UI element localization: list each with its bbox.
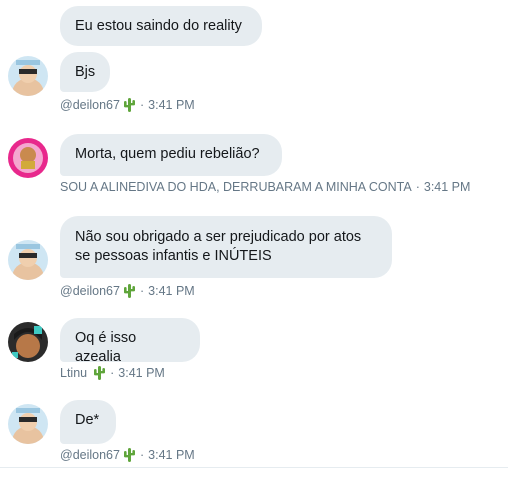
message-text: Eu estou saindo do reality (75, 18, 242, 34)
separator: · (139, 283, 145, 298)
avatar-alinediva[interactable] (8, 138, 48, 178)
cactus-icon (123, 98, 135, 112)
message-meta: Ltinu · 3:41 PM (60, 365, 165, 380)
separator: · (139, 447, 145, 462)
message-bubble[interactable]: De* (60, 400, 116, 444)
message-bubble[interactable]: Bjs (60, 52, 110, 92)
avatar-image (8, 56, 48, 96)
message-text: De* (75, 412, 100, 428)
username-link[interactable]: @deilon67 (60, 284, 120, 298)
timestamp[interactable]: 3:41 PM (148, 448, 195, 462)
message-meta: @deilon67 · 3:41 PM (60, 283, 195, 298)
message-meta: @deilon67 · 3:41 PM (60, 447, 195, 462)
avatar-deilon67[interactable] (8, 56, 48, 96)
separator: · (139, 97, 145, 112)
avatar-ltinu[interactable] (8, 322, 48, 362)
cactus-icon (123, 284, 135, 298)
avatar-deilon67[interactable] (8, 404, 48, 444)
message-bubble[interactable]: Morta, quem pediu rebelião? (60, 134, 282, 176)
username-link[interactable]: @deilon67 (60, 448, 120, 462)
timestamp[interactable]: 3:41 PM (424, 180, 471, 194)
message-text: Oq é isso azealia (75, 330, 137, 365)
avatar-image (8, 240, 48, 280)
avatar-image (8, 404, 48, 444)
message-text-line: se pessoas infantis e INÚTEIS (75, 248, 272, 264)
timestamp[interactable]: 3:41 PM (118, 366, 165, 380)
message-text-line: Não sou obrigado a ser prejudicado por a… (75, 229, 362, 245)
message-bubble[interactable]: Oq é isso azealia (60, 318, 200, 365)
message-text: Bjs (75, 64, 96, 80)
timestamp[interactable]: 3:41 PM (148, 284, 195, 298)
cactus-icon (94, 366, 106, 380)
cactus-icon (123, 448, 135, 462)
avatar-deilon67[interactable] (8, 240, 48, 280)
divider (0, 467, 508, 468)
avatar-image (8, 322, 48, 362)
avatar-image (8, 138, 48, 178)
username-link[interactable]: SOU A ALINEDIVA DO HDA, DERRUBARAM A MIN… (60, 180, 412, 194)
separator: · (415, 180, 420, 194)
username-link[interactable]: @deilon67 (60, 98, 120, 112)
message-text: Morta, quem pediu rebelião? (75, 146, 260, 162)
message-meta: @deilon67 · 3:41 PM (60, 97, 195, 112)
timestamp[interactable]: 3:41 PM (148, 98, 195, 112)
message-bubble[interactable]: Não sou obrigado a ser prejudicado por a… (60, 216, 392, 278)
message-bubble[interactable]: Eu estou saindo do reality (60, 6, 262, 46)
username-link[interactable]: Ltinu (60, 366, 87, 380)
message-meta: SOU A ALINEDIVA DO HDA, DERRUBARAM A MIN… (60, 180, 470, 194)
separator: · (110, 365, 115, 380)
